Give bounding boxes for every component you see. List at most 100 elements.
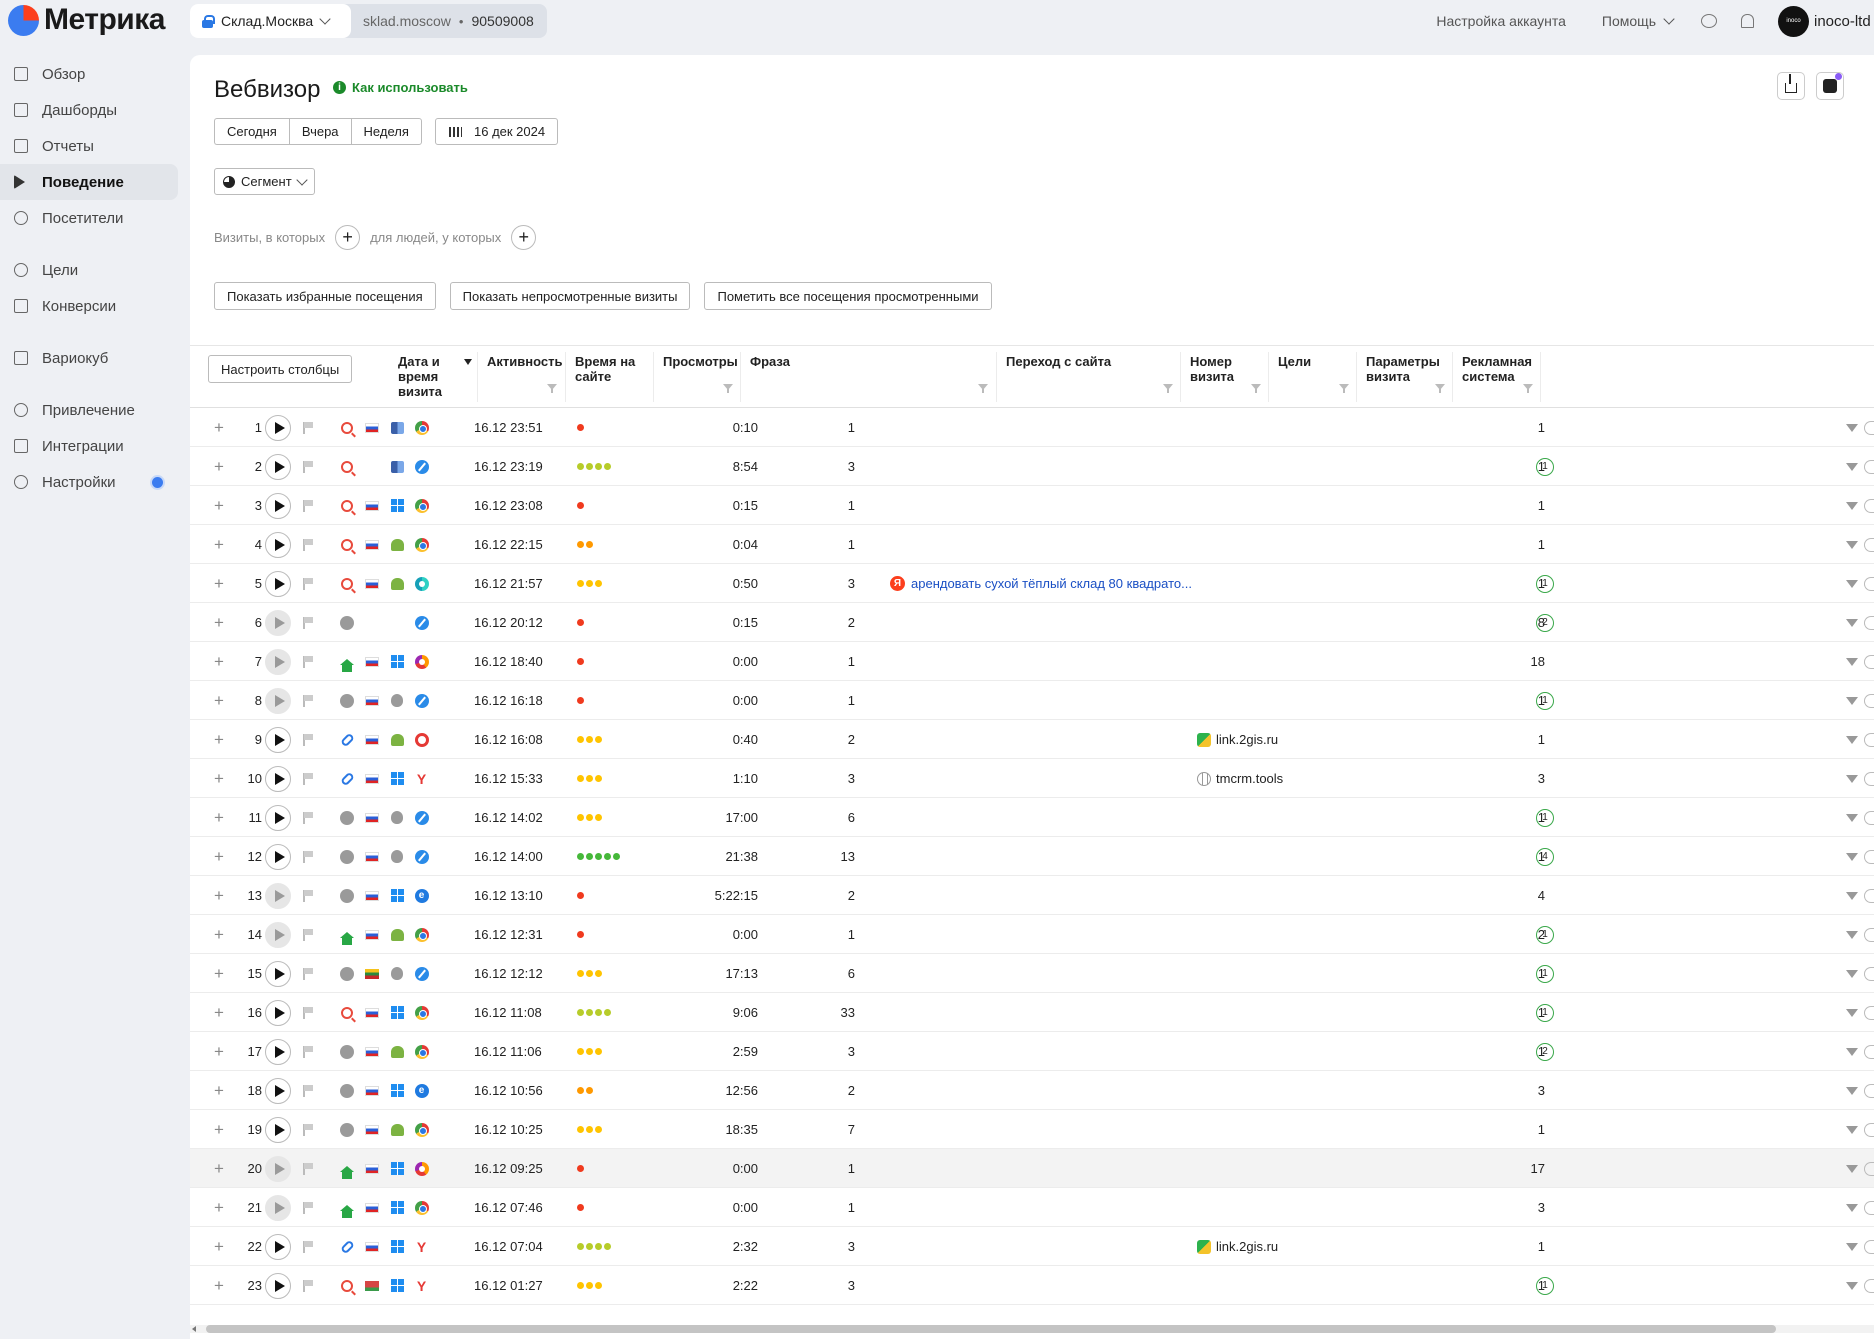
- filter-icon[interactable]: [978, 384, 988, 393]
- table-row[interactable]: +1 16.12 23:51 0:10 1 1: [190, 408, 1874, 447]
- bookmark-flag-icon[interactable]: [302, 1162, 314, 1175]
- column-header-activity[interactable]: Активность: [487, 354, 562, 369]
- more-icon[interactable]: [1864, 576, 1874, 591]
- column-header-params[interactable]: Параметры визита: [1366, 354, 1446, 384]
- filter-icon[interactable]: [1846, 696, 1858, 705]
- mark-all-watched-button[interactable]: Пометить все посещения просмотренными: [704, 282, 992, 310]
- more-icon[interactable]: [1864, 966, 1874, 981]
- play-button[interactable]: [265, 1077, 291, 1104]
- filter-icon[interactable]: [1846, 1008, 1858, 1017]
- more-icon[interactable]: [1864, 459, 1874, 474]
- column-header-phrase[interactable]: Фраза: [750, 354, 790, 369]
- column-header-ad-system[interactable]: Рекламная система: [1462, 354, 1542, 384]
- table-row[interactable]: +20 16.12 09:25 0:00 1 17: [190, 1149, 1874, 1188]
- filter-icon[interactable]: [1846, 540, 1858, 549]
- column-header-visit-number[interactable]: Номер визита: [1190, 354, 1250, 384]
- bookmark-flag-icon[interactable]: [302, 967, 314, 980]
- play-button[interactable]: [265, 531, 291, 558]
- expand-row-button[interactable]: +: [212, 759, 226, 798]
- table-row[interactable]: +23 Y 16.12 01:27 2:22 3 1 1: [190, 1266, 1874, 1305]
- filter-icon[interactable]: [1163, 384, 1173, 393]
- sidebar-item-variocube[interactable]: Вариокуб: [0, 340, 178, 376]
- play-button[interactable]: [265, 570, 291, 597]
- more-icon[interactable]: [1864, 1161, 1874, 1176]
- table-row[interactable]: +2 16.12 23:19 8:54 3 1 1: [190, 447, 1874, 486]
- horizontal-scrollbar[interactable]: [190, 1323, 1874, 1335]
- filter-icon[interactable]: [1846, 735, 1858, 744]
- more-icon[interactable]: [1864, 654, 1874, 669]
- bookmark-flag-icon[interactable]: [302, 1006, 314, 1019]
- sidebar-item-behavior[interactable]: Поведение: [0, 164, 178, 200]
- expand-row-button[interactable]: +: [212, 993, 226, 1032]
- play-button[interactable]: [265, 726, 291, 753]
- filter-icon[interactable]: [1846, 1281, 1858, 1290]
- filter-icon[interactable]: [1251, 384, 1261, 393]
- filter-icon[interactable]: [547, 384, 557, 393]
- period-yesterday-button[interactable]: Вчера: [288, 118, 351, 145]
- filter-icon[interactable]: [1846, 969, 1858, 978]
- expand-row-button[interactable]: +: [212, 798, 226, 837]
- show-unwatched-button[interactable]: Показать непросмотренные визиты: [449, 282, 691, 310]
- table-row[interactable]: +5 16.12 21:57 0:50 3 Яарендовать сухой тёпл…: [190, 564, 1874, 603]
- show-favorites-button[interactable]: Показать избранные посещения: [214, 282, 436, 310]
- sidebar-item-acquisition[interactable]: Привлечение: [0, 392, 178, 428]
- table-row[interactable]: +6 16.12 20:12 0:15 2 8 2: [190, 603, 1874, 642]
- filter-icon[interactable]: [1846, 852, 1858, 861]
- play-button[interactable]: [265, 882, 291, 909]
- filter-icon[interactable]: [1846, 1086, 1858, 1095]
- expand-row-button[interactable]: +: [212, 1071, 226, 1110]
- play-button[interactable]: [265, 999, 291, 1026]
- play-button[interactable]: [265, 414, 291, 441]
- bookmark-flag-icon[interactable]: [302, 850, 314, 863]
- more-icon[interactable]: [1864, 498, 1874, 513]
- sort-desc-icon[interactable]: [464, 359, 472, 365]
- filter-icon[interactable]: [1846, 774, 1858, 783]
- goals-badge[interactable]: 1: [1536, 964, 1554, 983]
- table-row[interactable]: +12 16.12 14:00 21:38 13 1 4: [190, 837, 1874, 876]
- filter-icon[interactable]: [1339, 384, 1349, 393]
- play-button[interactable]: [265, 1116, 291, 1143]
- expand-row-button[interactable]: +: [212, 1266, 226, 1305]
- expand-row-button[interactable]: +: [212, 1110, 226, 1149]
- table-row[interactable]: +22 Y 16.12 07:04 2:32 3 link.2gis.ru 1: [190, 1227, 1874, 1266]
- bookmark-flag-icon[interactable]: [302, 616, 314, 629]
- more-icon[interactable]: [1864, 1200, 1874, 1215]
- chat-icon[interactable]: [1701, 14, 1717, 28]
- bookmark-flag-icon[interactable]: [302, 421, 314, 434]
- play-button[interactable]: [265, 843, 291, 870]
- goals-badge[interactable]: 1: [1536, 1003, 1554, 1022]
- sidebar-item-dashboards[interactable]: Дашборды: [0, 92, 178, 128]
- expand-row-button[interactable]: +: [212, 1188, 226, 1227]
- expand-row-button[interactable]: +: [212, 681, 226, 720]
- table-row[interactable]: +21 16.12 07:46 0:00 1 3: [190, 1188, 1874, 1227]
- table-row[interactable]: +17 16.12 11:06 2:59 3 1 2: [190, 1032, 1874, 1071]
- expand-row-button[interactable]: +: [212, 1032, 226, 1071]
- column-header-date[interactable]: Дата и время визита: [398, 354, 468, 399]
- expand-row-button[interactable]: +: [212, 720, 226, 759]
- expand-row-button[interactable]: +: [212, 525, 226, 564]
- bookmark-flag-icon[interactable]: [302, 655, 314, 668]
- sidebar-item-integrations[interactable]: Интеграции: [0, 428, 178, 464]
- account-name[interactable]: inoco-ltd: [1814, 13, 1874, 30]
- play-button[interactable]: [265, 648, 291, 675]
- table-row[interactable]: +8 16.12 16:18 0:00 1 1 1: [190, 681, 1874, 720]
- expand-row-button[interactable]: +: [212, 603, 226, 642]
- play-button[interactable]: [265, 804, 291, 831]
- goals-badge[interactable]: 1: [1536, 457, 1554, 476]
- sidebar-item-visitors[interactable]: Посетители: [0, 200, 178, 236]
- filter-icon[interactable]: [1846, 618, 1858, 627]
- play-button[interactable]: [265, 492, 291, 519]
- more-icon[interactable]: [1864, 693, 1874, 708]
- filter-icon[interactable]: [1846, 1164, 1858, 1173]
- filter-icon[interactable]: [1846, 657, 1858, 666]
- filter-icon[interactable]: [1846, 579, 1858, 588]
- goals-badge[interactable]: 1: [1536, 925, 1554, 944]
- bookmark-flag-icon[interactable]: [302, 928, 314, 941]
- table-row[interactable]: +9 16.12 16:08 0:40 2 link.2gis.ru 1: [190, 720, 1874, 759]
- table-row[interactable]: +11 16.12 14:02 17:00 6 1 1: [190, 798, 1874, 837]
- sidebar-item-conversions[interactable]: Конверсии: [0, 288, 178, 324]
- more-icon[interactable]: [1864, 1044, 1874, 1059]
- play-button[interactable]: [265, 960, 291, 987]
- filter-icon[interactable]: [1846, 1242, 1858, 1251]
- sidebar-item-settings[interactable]: Настройки: [0, 464, 178, 500]
